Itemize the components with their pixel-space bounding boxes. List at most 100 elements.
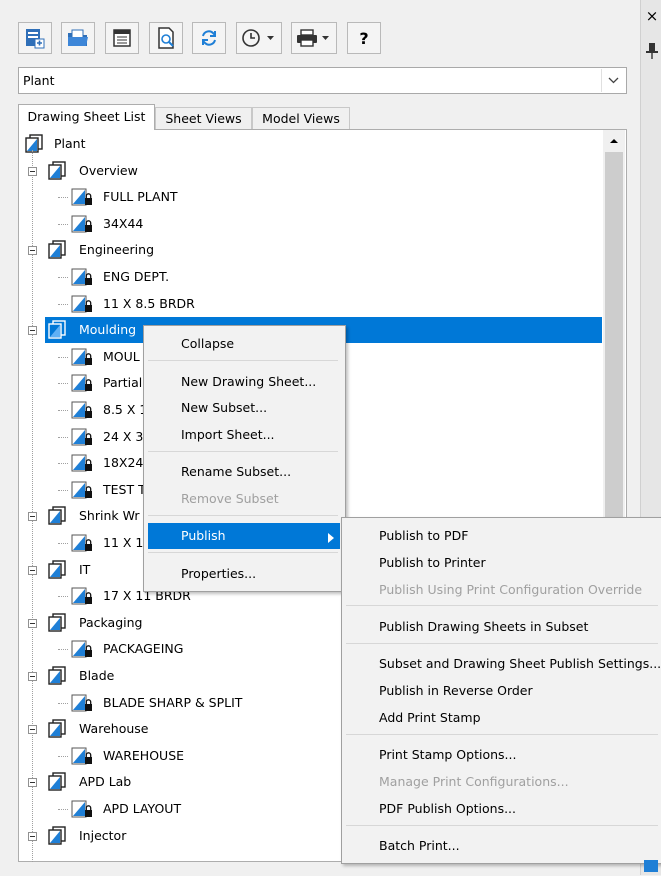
- panel-corner-icon: [643, 857, 659, 873]
- locked-sheet-icon: [70, 427, 94, 456]
- tree-connector-line: [58, 356, 68, 358]
- menu-separator: [148, 515, 338, 516]
- locked-sheet-icon: [70, 267, 94, 296]
- menu-item-publish-print-config-override: Publish Using Print Configuration Overri…: [379, 582, 643, 597]
- tree-node-label: FULL PLANT: [103, 189, 178, 205]
- menu-item-subset-publish-settings[interactable]: Subset and Drawing Sheet Publish Setting…: [379, 652, 661, 676]
- tab-drawing-sheet-list[interactable]: Drawing Sheet List: [18, 104, 155, 130]
- tree-connector-line: [58, 223, 68, 225]
- menu-separator: [346, 734, 658, 735]
- tree-node-label: 11 X 8.5 BRDR: [103, 295, 195, 311]
- subset-icon: [45, 320, 67, 349]
- tree-node-label: 34X44: [103, 215, 144, 231]
- sheet-set-icon: [22, 134, 44, 163]
- subset-icon: [45, 825, 67, 855]
- subset-icon: [45, 160, 67, 190]
- new-sheet-set-button[interactable]: [18, 22, 52, 54]
- collapse-toggle-icon[interactable]: [28, 618, 37, 628]
- subset-icon: [45, 772, 67, 801]
- printer-icon: [295, 27, 333, 49]
- open-folder-icon: [66, 26, 90, 50]
- tree-node-label: PACKAGEING: [103, 641, 184, 657]
- tree-node-label: Partial: [103, 375, 143, 391]
- menu-item-import-sheet[interactable]: Import Sheet...: [181, 423, 275, 447]
- tree-connector-line: [58, 436, 68, 438]
- menu-item-publish-to-printer[interactable]: Publish to Printer: [379, 551, 486, 575]
- menu-separator: [346, 643, 658, 644]
- collapse-toggle-icon[interactable]: [28, 725, 37, 735]
- help-button[interactable]: ?: [347, 22, 381, 54]
- refresh-sync-icon: [198, 27, 220, 49]
- help-icon: ?: [359, 28, 369, 48]
- collapse-toggle-icon[interactable]: [28, 672, 37, 681]
- menu-item-manage-print-configurations: Manage Print Configurations...: [379, 774, 569, 789]
- menu-item-pdf-publish-options[interactable]: PDF Publish Options...: [379, 797, 516, 821]
- refresh-sheet-status-button[interactable]: [192, 22, 226, 54]
- tree-connector-line: [58, 410, 68, 411]
- tree-connector-line: [58, 277, 68, 278]
- tree-node-label: 8.5 X 1: [103, 402, 148, 417]
- sheet-set-combo-value: Plant: [23, 73, 55, 88]
- tab-sheet-views[interactable]: Sheet Views: [155, 107, 252, 129]
- menu-item-new-subset[interactable]: New Subset...: [181, 396, 267, 420]
- pin-icon[interactable]: [645, 42, 659, 60]
- publish-menu-highlight: [148, 523, 340, 549]
- menu-item-batch-print[interactable]: Batch Print...: [379, 834, 460, 858]
- sheet-list-table-button[interactable]: [105, 22, 139, 54]
- tree-connector-line: [58, 596, 68, 598]
- tree-node-label: MOUL: [103, 348, 140, 364]
- chevron-down-icon[interactable]: [601, 69, 625, 92]
- tree-node-label: Plant: [54, 136, 86, 151]
- tree-connector-line: [58, 463, 68, 465]
- tree-node-label: 24 X 3: [103, 428, 144, 444]
- open-sheet-set-button[interactable]: [61, 22, 95, 54]
- tree-connector-line: [58, 303, 68, 305]
- collapse-toggle-icon[interactable]: [28, 565, 37, 575]
- subset-icon: [45, 719, 67, 748]
- history-dropdown-button[interactable]: [236, 22, 282, 54]
- tree-node-label: WAREHOUSE: [103, 747, 185, 763]
- tree-connector-line: [58, 702, 68, 704]
- tree-node-label: TEST T: [103, 481, 146, 497]
- tree-connector-line: [58, 755, 68, 757]
- menu-item-print-stamp-options[interactable]: Print Stamp Options...: [379, 743, 516, 767]
- tab-model-views[interactable]: Model Views: [252, 107, 350, 129]
- tree-node-label: 18X24: [103, 455, 144, 471]
- menu-item-properties[interactable]: Properties...: [181, 562, 256, 586]
- menu-item-collapse[interactable]: Collapse: [181, 332, 234, 356]
- menu-item-publish-to-pdf[interactable]: Publish to PDF: [379, 524, 468, 548]
- collapse-toggle-icon[interactable]: [28, 831, 37, 841]
- collapse-toggle-icon[interactable]: [28, 246, 37, 256]
- tree-node-label: Moulding: [79, 322, 137, 338]
- tree-connector-line: [58, 383, 68, 385]
- scroll-up-arrow-icon[interactable]: [603, 132, 625, 150]
- collapse-toggle-icon[interactable]: [28, 166, 37, 176]
- sheet-preview-button[interactable]: [149, 22, 183, 54]
- clock-history-icon: [240, 27, 278, 49]
- tree-node-label: APD LAYOUT: [103, 801, 182, 816]
- collapse-toggle-icon[interactable]: [28, 326, 37, 336]
- menu-item-publish-reverse-order[interactable]: Publish in Reverse Order: [379, 679, 533, 703]
- tree-connector-line: [58, 489, 68, 491]
- tree-node-label: BLADE SHARP & SPLIT: [103, 694, 243, 710]
- sheet-list-table-icon: [111, 27, 133, 49]
- sheet-set-combo[interactable]: Plant: [18, 67, 627, 94]
- collapse-toggle-icon[interactable]: [28, 512, 37, 522]
- menu-item-rename-subset[interactable]: Rename Subset...: [181, 460, 291, 484]
- menu-separator: [148, 552, 338, 553]
- menu-item-add-print-stamp[interactable]: Add Print Stamp: [379, 706, 481, 730]
- subset-icon: [45, 559, 67, 589]
- tree-node-label: IT: [79, 561, 91, 577]
- menu-item-publish[interactable]: Publish: [181, 524, 226, 548]
- tree-node-label: ENG DEPT.: [103, 269, 170, 284]
- menu-item-publish-drawing-sheets-in-subset[interactable]: Publish Drawing Sheets in Subset: [379, 615, 588, 639]
- submenu-arrow-icon: [328, 531, 334, 546]
- menu-item-new-drawing-sheet[interactable]: New Drawing Sheet...: [181, 370, 316, 394]
- close-palette-button[interactable]: ×: [644, 8, 660, 24]
- locked-sheet-icon: [70, 453, 94, 482]
- tree-node-label: Engineering: [79, 242, 154, 258]
- tree-node-label: Blade: [79, 668, 115, 683]
- publish-dropdown-button[interactable]: [291, 22, 337, 54]
- menu-separator: [148, 451, 338, 452]
- collapse-toggle-icon[interactable]: [28, 778, 37, 788]
